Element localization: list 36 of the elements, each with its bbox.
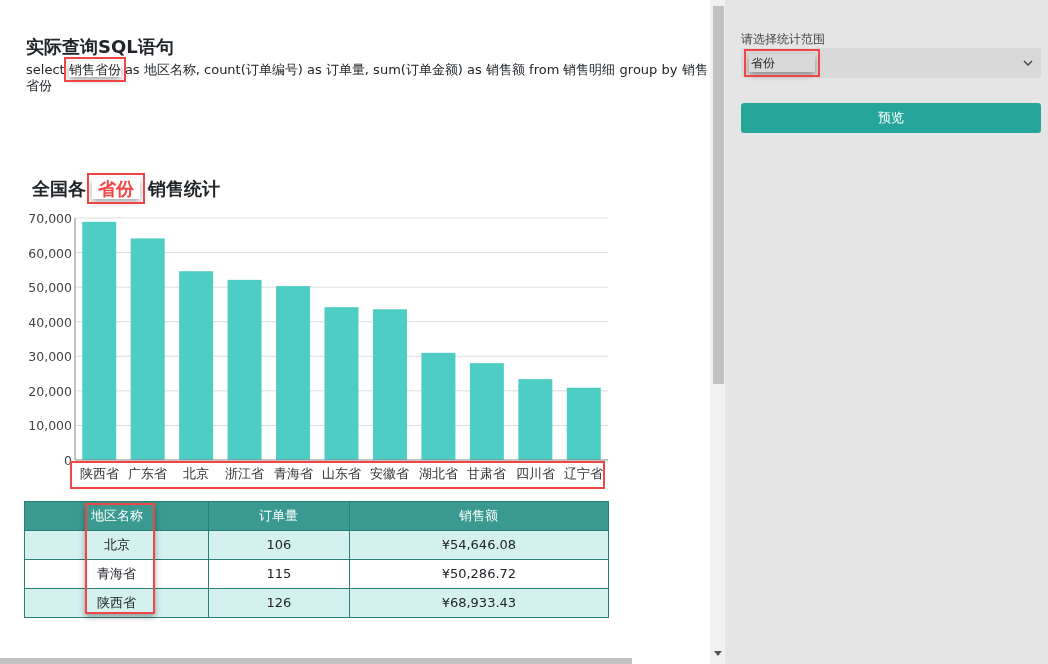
table-cell: ¥68,933.43 — [349, 588, 609, 618]
x-axis-label: 青海省 — [273, 466, 313, 482]
x-axis-label: 陕西省 — [79, 466, 119, 482]
table-cell: ¥54,646.08 — [349, 530, 609, 560]
column-header: 销售额 — [349, 501, 609, 531]
y-axis-label: 10,000 — [28, 418, 72, 434]
x-axis-label: 山东省 — [322, 466, 361, 482]
y-axis-label: 50,000 — [28, 280, 72, 296]
table-cell: 青海省 — [24, 559, 209, 589]
section-title: 实际查询SQL语句 — [26, 36, 175, 58]
x-axis-label: 湖北省 — [418, 466, 458, 482]
column-header: 订单量 — [208, 501, 350, 531]
column-header: 地区名称 — [24, 501, 209, 531]
table-cell: 106 — [208, 530, 350, 560]
select-field[interactable]: 省份 — [741, 48, 1041, 78]
x-axis-label: 辽宁省 — [564, 466, 604, 482]
y-axis-label: 30,000 — [28, 349, 72, 365]
chevron-down-icon — [1023, 60, 1033, 66]
y-axis-label: 40,000 — [28, 314, 72, 330]
table-cell: 115 — [208, 559, 350, 589]
x-axis-label: 四川省 — [515, 466, 555, 482]
table-cell: 126 — [208, 588, 350, 618]
table-cell: ¥50,286.72 — [349, 559, 609, 589]
y-axis-label: 20,000 — [28, 384, 72, 400]
horizontal-scrollbar[interactable] — [0, 658, 632, 664]
table-cell: 北京 — [24, 530, 209, 560]
y-axis-label: 60,000 — [28, 245, 72, 261]
vertical-scrollbar[interactable] — [710, 0, 725, 664]
y-axis-label: 70,000 — [28, 211, 72, 227]
x-axis-label: 浙江省 — [225, 466, 265, 482]
x-axis-label: 北京 — [183, 466, 210, 482]
field-label: 请选择统计范围 — [741, 31, 826, 48]
x-axis-label: 甘肃省 — [467, 466, 507, 482]
scrollbar-thumb[interactable] — [713, 6, 724, 384]
x-axis-label: 广东省 — [128, 466, 168, 482]
x-axis-label: 安徽省 — [370, 466, 410, 482]
